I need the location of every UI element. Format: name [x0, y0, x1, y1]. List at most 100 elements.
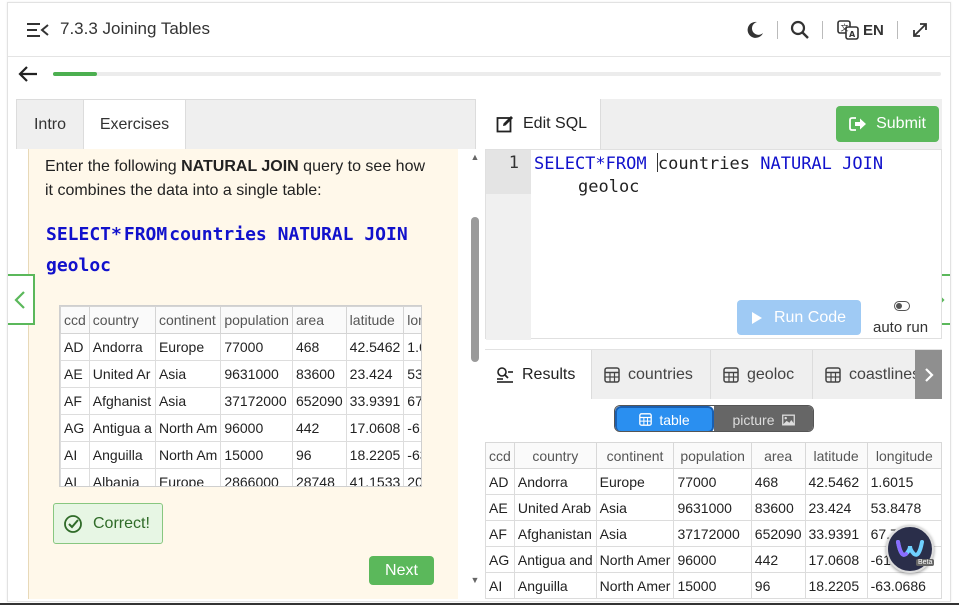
tab-coastlines[interactable]: coastlines: [813, 350, 915, 400]
scroll-down-icon[interactable]: ▼: [470, 575, 480, 585]
check-circle-icon: [64, 514, 82, 533]
column-header[interactable]: area: [291, 306, 347, 334]
divider: [822, 21, 823, 39]
table-row[interactable]: ADAndorraEurope7700046842.54621.6015: [60, 333, 421, 361]
column-header[interactable]: country: [88, 306, 156, 334]
table-cell: -63.0686: [866, 572, 942, 599]
table-cell: 37172000: [673, 520, 752, 547]
column-header[interactable]: latitude: [804, 442, 868, 469]
beta-assistant-badge[interactable]: Beta: [886, 525, 935, 573]
table-cell: 23.424: [804, 494, 868, 521]
sql-keyword: NATURAL: [277, 224, 354, 245]
previous-step-button[interactable]: [8, 274, 35, 325]
beta-label: Beta: [916, 559, 935, 566]
correct-label: Correct!: [93, 514, 150, 532]
column-header[interactable]: population: [673, 442, 752, 469]
column-header[interactable]: ccd: [485, 442, 515, 469]
sql-keyword: countries: [169, 224, 267, 245]
column-header[interactable]: longitude: [403, 306, 421, 334]
submit-button[interactable]: Submit: [836, 106, 939, 142]
preview-table-container[interactable]: ccd country continent population area la…: [59, 305, 422, 487]
table-row[interactable]: AFAfghanistanAsia3717200065209033.939167…: [485, 520, 942, 547]
scrollbar-thumb[interactable]: [471, 217, 479, 362]
table-row[interactable]: AE United Arab Asia 9631000 83600 23.424 53.84…: [485, 494, 942, 521]
tab-edit-sql[interactable]: Edit SQL: [485, 99, 601, 149]
table-cell: 15000: [673, 572, 752, 599]
results-tab-bar: Results countries geoloc coastlines: [485, 349, 942, 400]
tab-countries[interactable]: countries: [592, 350, 711, 400]
column-header[interactable]: latitude: [345, 306, 405, 334]
tab-label: coastlines: [849, 366, 915, 383]
assistant-logo-icon: [896, 540, 924, 557]
table-cell: 96000: [220, 414, 293, 442]
table-icon: [825, 367, 841, 383]
correct-feedback: Correct!: [53, 503, 163, 544]
back-arrow-icon[interactable]: [17, 65, 39, 83]
play-icon: [751, 311, 762, 324]
divider: [897, 21, 898, 39]
code-keyword: JOIN: [842, 154, 884, 174]
column-header[interactable]: continent: [154, 306, 222, 334]
tabs-scroll-right-button[interactable]: [915, 350, 942, 400]
tab-results[interactable]: Results: [485, 350, 592, 400]
results-table: ccd country continent population area la…: [485, 442, 942, 599]
table-row[interactable]: AI Anguilla North Amer 15000 96 18.2205 -63.06…: [485, 572, 942, 599]
table-cell: AL: [60, 468, 90, 486]
tab-exercises[interactable]: Exercises: [83, 100, 186, 150]
exercise-scrollbar[interactable]: ▲ ▼: [468, 149, 482, 589]
sql-keyword: SELECT: [46, 224, 112, 245]
auto-run-toggle[interactable]: [894, 301, 910, 311]
moon-icon: [747, 21, 763, 38]
column-header[interactable]: longitude: [866, 442, 942, 469]
tab-intro[interactable]: Intro: [17, 100, 83, 150]
next-button[interactable]: Next: [369, 556, 434, 585]
toggle-label: table: [659, 411, 690, 428]
table-cell: 9631000: [220, 360, 293, 388]
table-view-button[interactable]: table: [615, 406, 715, 431]
line-gutter: 1: [486, 150, 531, 340]
results-panel: table picture ccd country continent popu…: [485, 399, 942, 601]
search-button[interactable]: [790, 19, 810, 41]
table-cell: 96: [291, 441, 347, 469]
run-code-button[interactable]: Run Code: [737, 300, 861, 335]
table-cell: 468: [750, 468, 806, 495]
dark-mode-button[interactable]: [745, 19, 765, 41]
language-button[interactable]: 文 A EN: [837, 19, 884, 41]
scroll-up-icon[interactable]: ▲: [470, 152, 480, 162]
sql-editor[interactable]: 1 SELECT*FROM countries NATURAL JOIN geo…: [485, 149, 942, 340]
table-row[interactable]: AGAntigua aNorth Am9600044217.0608-61.79…: [60, 414, 421, 442]
column-header[interactable]: continent: [595, 442, 675, 469]
table-row[interactable]: AGAntigua andNorth Amer9600044217.0608-6…: [485, 546, 942, 573]
fullscreen-button[interactable]: [911, 19, 929, 41]
table-cell: Antigua a: [88, 414, 156, 442]
table-row[interactable]: AIAnguillaNorth Am150009618.2205-63.0686: [60, 441, 421, 469]
table-cell: 41.1533: [345, 468, 405, 486]
table-row[interactable]: AFAfghanistAsia3717200065209033.939167.7…: [60, 387, 421, 415]
table-cell: 9631000: [673, 494, 752, 521]
page-title: 7.3.3 Joining Tables: [60, 19, 210, 38]
column-header[interactable]: area: [750, 442, 806, 469]
table-cell: 37172000: [220, 387, 293, 415]
tab-geoloc[interactable]: geoloc: [711, 350, 813, 400]
preview-table: ccd country continent population area la…: [60, 306, 421, 486]
table-cell: 96000: [673, 546, 752, 573]
table-cell: -63.0686: [403, 441, 421, 469]
column-header[interactable]: country: [513, 442, 597, 469]
table-cell: Asia: [595, 494, 675, 521]
picture-view-button[interactable]: picture: [714, 406, 813, 431]
menu-collapse-icon[interactable]: [27, 21, 49, 39]
table-row[interactable]: AEUnited ArAsia96310008360023.42453.8478: [60, 360, 421, 388]
column-header[interactable]: population: [220, 306, 293, 334]
table-cell: 442: [750, 546, 806, 573]
table-row[interactable]: ALAlbaniaEurope28660002874841.153320.168…: [60, 468, 421, 486]
table-row[interactable]: ADAndorraEurope7700046842.54621.6015: [485, 468, 942, 495]
table-cell: 77000: [673, 468, 752, 495]
table-cell: 20.1683: [403, 468, 421, 486]
table-cell: 652090: [750, 520, 806, 547]
code-identifier: geoloc: [578, 177, 640, 197]
column-header[interactable]: ccd: [60, 306, 90, 334]
code-keyword: FROM: [605, 154, 647, 174]
code-text[interactable]: SELECT*FROM countries NATURAL JOIN geolo…: [534, 153, 934, 199]
auto-run-label: auto run: [873, 319, 929, 336]
table-cell: 18.2205: [345, 441, 405, 469]
